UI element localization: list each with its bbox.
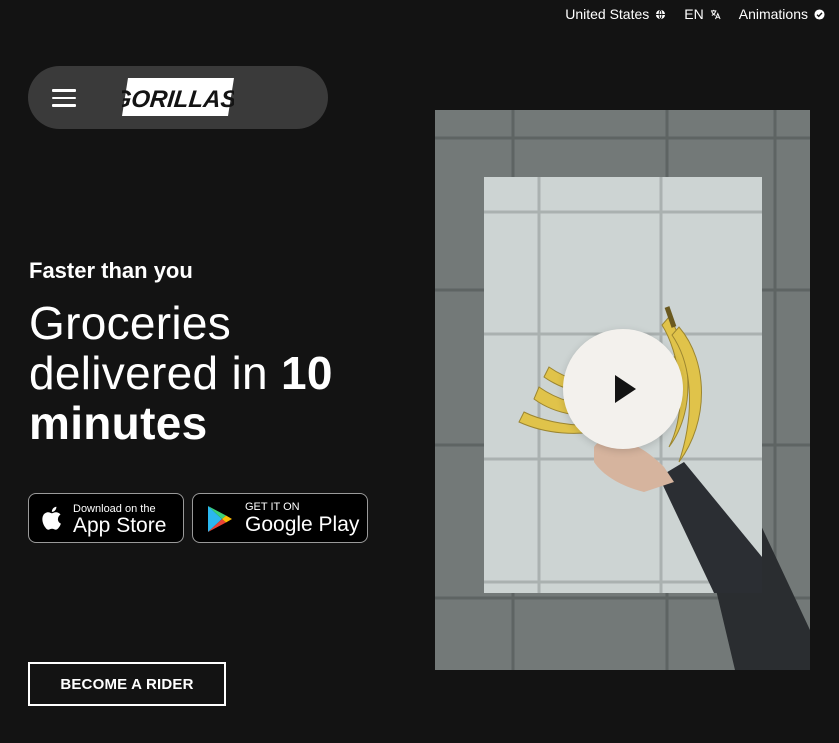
top-utility-bar: United States EN Animations	[565, 6, 825, 22]
headline-line2-normal: delivered in	[29, 347, 281, 399]
language-label: EN	[684, 6, 704, 22]
nav-bar: GORILLAS	[28, 66, 328, 129]
play-icon	[615, 375, 636, 403]
gorillas-logo[interactable]: GORILLAS	[111, 78, 238, 116]
apple-icon	[42, 506, 61, 530]
become-rider-button[interactable]: BECOME A RIDER	[28, 662, 226, 706]
google-play-big-text: Google Play	[245, 513, 360, 536]
translate-icon	[710, 9, 721, 19]
headline: Groceries delivered in 10 minutes	[29, 298, 429, 448]
headline-line3: minutes	[29, 398, 429, 448]
headline-number: 10	[280, 347, 333, 399]
globe-icon	[656, 9, 666, 19]
country-selector[interactable]: United States	[565, 6, 666, 22]
headline-line2: delivered in 10	[29, 348, 429, 398]
check-circle-icon	[814, 8, 825, 20]
headline-minutes: minutes	[29, 397, 208, 449]
app-store-badge[interactable]: Download on the App Store	[28, 493, 184, 543]
hamburger-icon[interactable]	[52, 89, 76, 107]
google-play-small-text: GET IT ON	[245, 501, 300, 513]
app-store-big-text: App Store	[73, 514, 167, 537]
language-selector[interactable]: EN	[684, 6, 721, 22]
google-play-icon	[208, 506, 232, 532]
animations-label: Animations	[738, 6, 808, 22]
google-play-badge[interactable]: GET IT ON Google Play	[192, 493, 368, 543]
logo-text: GORILLAS	[122, 86, 234, 113]
headline-line1: Groceries	[29, 297, 232, 349]
tagline: Faster than you	[29, 258, 193, 283]
animations-toggle[interactable]: Animations	[739, 6, 825, 22]
country-label: United States	[565, 6, 650, 22]
video-play-button[interactable]	[563, 329, 683, 449]
